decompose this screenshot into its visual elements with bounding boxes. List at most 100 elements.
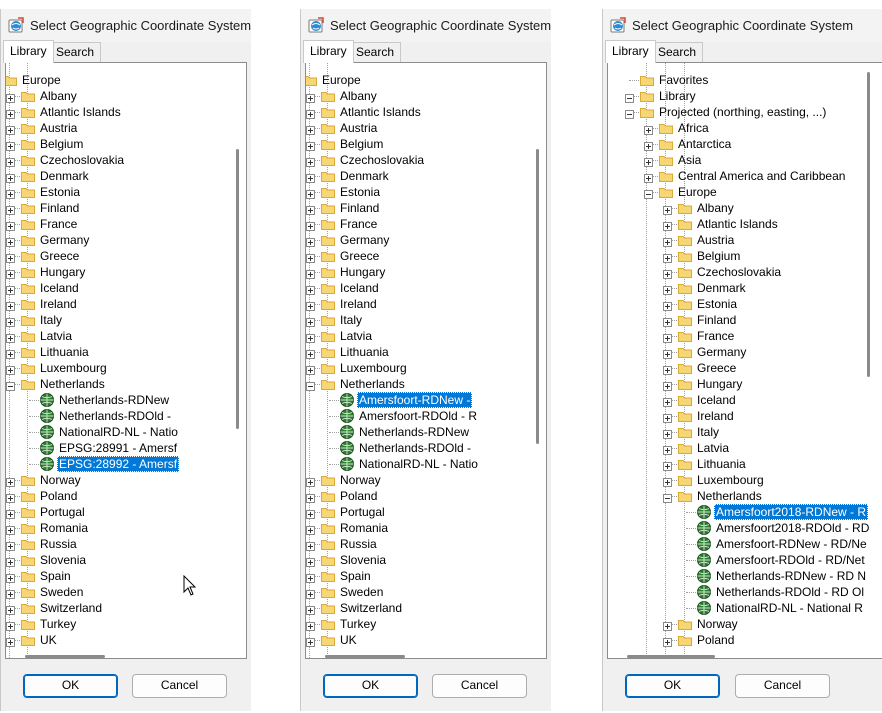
tree-node-label[interactable]: Atlantic Islands (38, 104, 123, 120)
tree-node[interactable]: Greece (306, 248, 546, 264)
expand-icon[interactable] (6, 219, 15, 231)
tree-node[interactable]: Germany (306, 232, 546, 248)
expand-icon[interactable] (644, 155, 653, 167)
tree-node-label[interactable]: Asia (676, 152, 703, 168)
tree-node-label[interactable]: France (338, 216, 379, 232)
expand-icon[interactable] (6, 619, 15, 631)
tree-node[interactable]: Norway (306, 472, 546, 488)
tree-node-label[interactable]: Austria (695, 232, 736, 248)
tree-node-label[interactable]: Finland (338, 200, 381, 216)
tree-node-label[interactable]: Hungary (695, 376, 744, 392)
tree-node[interactable]: Finland (608, 312, 882, 328)
collapse-icon[interactable] (663, 491, 672, 503)
tree-node[interactable]: Greece (608, 360, 882, 376)
expand-icon[interactable] (644, 171, 653, 183)
tree-node[interactable]: Atlantic Islands (608, 216, 882, 232)
tree-node[interactable]: Russia (6, 536, 246, 552)
tree-node[interactable]: Latvia (608, 440, 882, 456)
collapse-icon[interactable] (625, 91, 634, 103)
tree-node[interactable]: Estonia (608, 296, 882, 312)
tree-node[interactable]: Denmark (608, 280, 882, 296)
tree-node[interactable]: UK (6, 632, 246, 648)
cancel-button[interactable]: Cancel (735, 674, 830, 698)
tree-node-label[interactable]: France (695, 328, 736, 344)
tree-node[interactable]: Netherlands-RDNew (6, 392, 246, 408)
tree-node-label[interactable]: Estonia (338, 184, 382, 200)
expand-icon[interactable] (663, 475, 672, 487)
expand-icon[interactable] (6, 603, 15, 615)
expand-icon[interactable] (306, 251, 315, 263)
tree-node[interactable]: Atlantic Islands (306, 104, 546, 120)
tree-node-label[interactable]: Lithuania (38, 344, 91, 360)
expand-icon[interactable] (306, 155, 315, 167)
expand-icon[interactable] (6, 91, 15, 103)
expand-icon[interactable] (663, 219, 672, 231)
tree-node-label[interactable]: Italy (338, 312, 364, 328)
tree-node-label[interactable]: Europe (676, 184, 719, 200)
tree-node[interactable]: Lithuania (306, 344, 546, 360)
tree-node-label[interactable]: Amersfoort2018-RDNew - R (714, 504, 869, 520)
tree-node-label[interactable]: Denmark (38, 168, 91, 184)
expand-icon[interactable] (306, 507, 315, 519)
expand-icon[interactable] (6, 571, 15, 583)
vertical-scrollbar-thumb[interactable] (867, 72, 870, 377)
tree-node[interactable]: Austria (306, 120, 546, 136)
expand-icon[interactable] (306, 523, 315, 535)
expand-icon[interactable] (663, 331, 672, 343)
expand-icon[interactable] (306, 635, 315, 647)
tab-search[interactable]: Search (651, 42, 704, 62)
tree-node-label[interactable]: Netherlands-RDOld - (57, 408, 173, 424)
tree-node-label[interactable]: Lithuania (338, 344, 391, 360)
tree-node[interactable]: Poland (6, 488, 246, 504)
expand-icon[interactable] (663, 235, 672, 247)
tree-node[interactable]: Favorites (608, 72, 882, 88)
tree-node[interactable]: Turkey (6, 616, 246, 632)
tree-node[interactable]: Czechoslovakia (6, 152, 246, 168)
tree-node-label[interactable]: Switzerland (38, 600, 104, 616)
tree-node[interactable]: Luxembourg (608, 472, 882, 488)
tree-node[interactable]: Estonia (6, 184, 246, 200)
expand-icon[interactable] (306, 187, 315, 199)
tree-node[interactable]: Albany (608, 200, 882, 216)
tree-node-label[interactable]: Italy (695, 424, 721, 440)
tab-search[interactable]: Search (349, 42, 402, 62)
expand-icon[interactable] (6, 347, 15, 359)
tree-node-label[interactable]: Belgium (338, 136, 385, 152)
tree-node-label[interactable]: Luxembourg (38, 360, 109, 376)
expand-icon[interactable] (663, 427, 672, 439)
tree-node[interactable]: Austria (6, 120, 246, 136)
coordinate-system-tree[interactable]: Europe Albany Atlantic Islands Austria Belgi… (5, 62, 247, 659)
expand-icon[interactable] (306, 283, 315, 295)
tab-library[interactable]: Library (303, 40, 354, 63)
tree-node[interactable]: UK (306, 632, 546, 648)
expand-icon[interactable] (306, 123, 315, 135)
tree-node[interactable]: Poland (306, 488, 546, 504)
expand-icon[interactable] (663, 347, 672, 359)
tree-node[interactable]: Projected (northing, easting, ...) (608, 104, 882, 120)
tree-node[interactable]: Albany (306, 88, 546, 104)
tree-node-label[interactable]: Antarctica (676, 136, 733, 152)
tree-node[interactable]: Portugal (6, 504, 246, 520)
tree-node[interactable]: Portugal (306, 504, 546, 520)
tree-node-label[interactable]: Belgium (695, 248, 742, 264)
tree-node-label[interactable]: Denmark (695, 280, 748, 296)
tree-node[interactable]: Estonia (306, 184, 546, 200)
expand-icon[interactable] (6, 171, 15, 183)
expand-icon[interactable] (6, 187, 15, 199)
tree-node-label[interactable]: Spain (38, 568, 73, 584)
expand-icon[interactable] (663, 379, 672, 391)
expand-icon[interactable] (6, 203, 15, 215)
expand-icon[interactable] (644, 139, 653, 151)
tree-node-label[interactable]: Greece (38, 248, 81, 264)
tree-node-label[interactable]: Amersfoort-RDOld - R (357, 408, 479, 424)
tree-node-label[interactable]: Africa (676, 120, 711, 136)
tree-node[interactable]: Europe (306, 72, 546, 88)
tree-node-label[interactable]: Netherlands (695, 488, 764, 504)
tree-node-label[interactable]: Albany (338, 88, 379, 104)
tree-node[interactable]: Romania (6, 520, 246, 536)
expand-icon[interactable] (663, 363, 672, 375)
tree-node-label[interactable]: Poland (695, 632, 736, 648)
expand-icon[interactable] (6, 155, 15, 167)
tree-node[interactable]: Netherlands (608, 488, 882, 504)
expand-icon[interactable] (306, 347, 315, 359)
